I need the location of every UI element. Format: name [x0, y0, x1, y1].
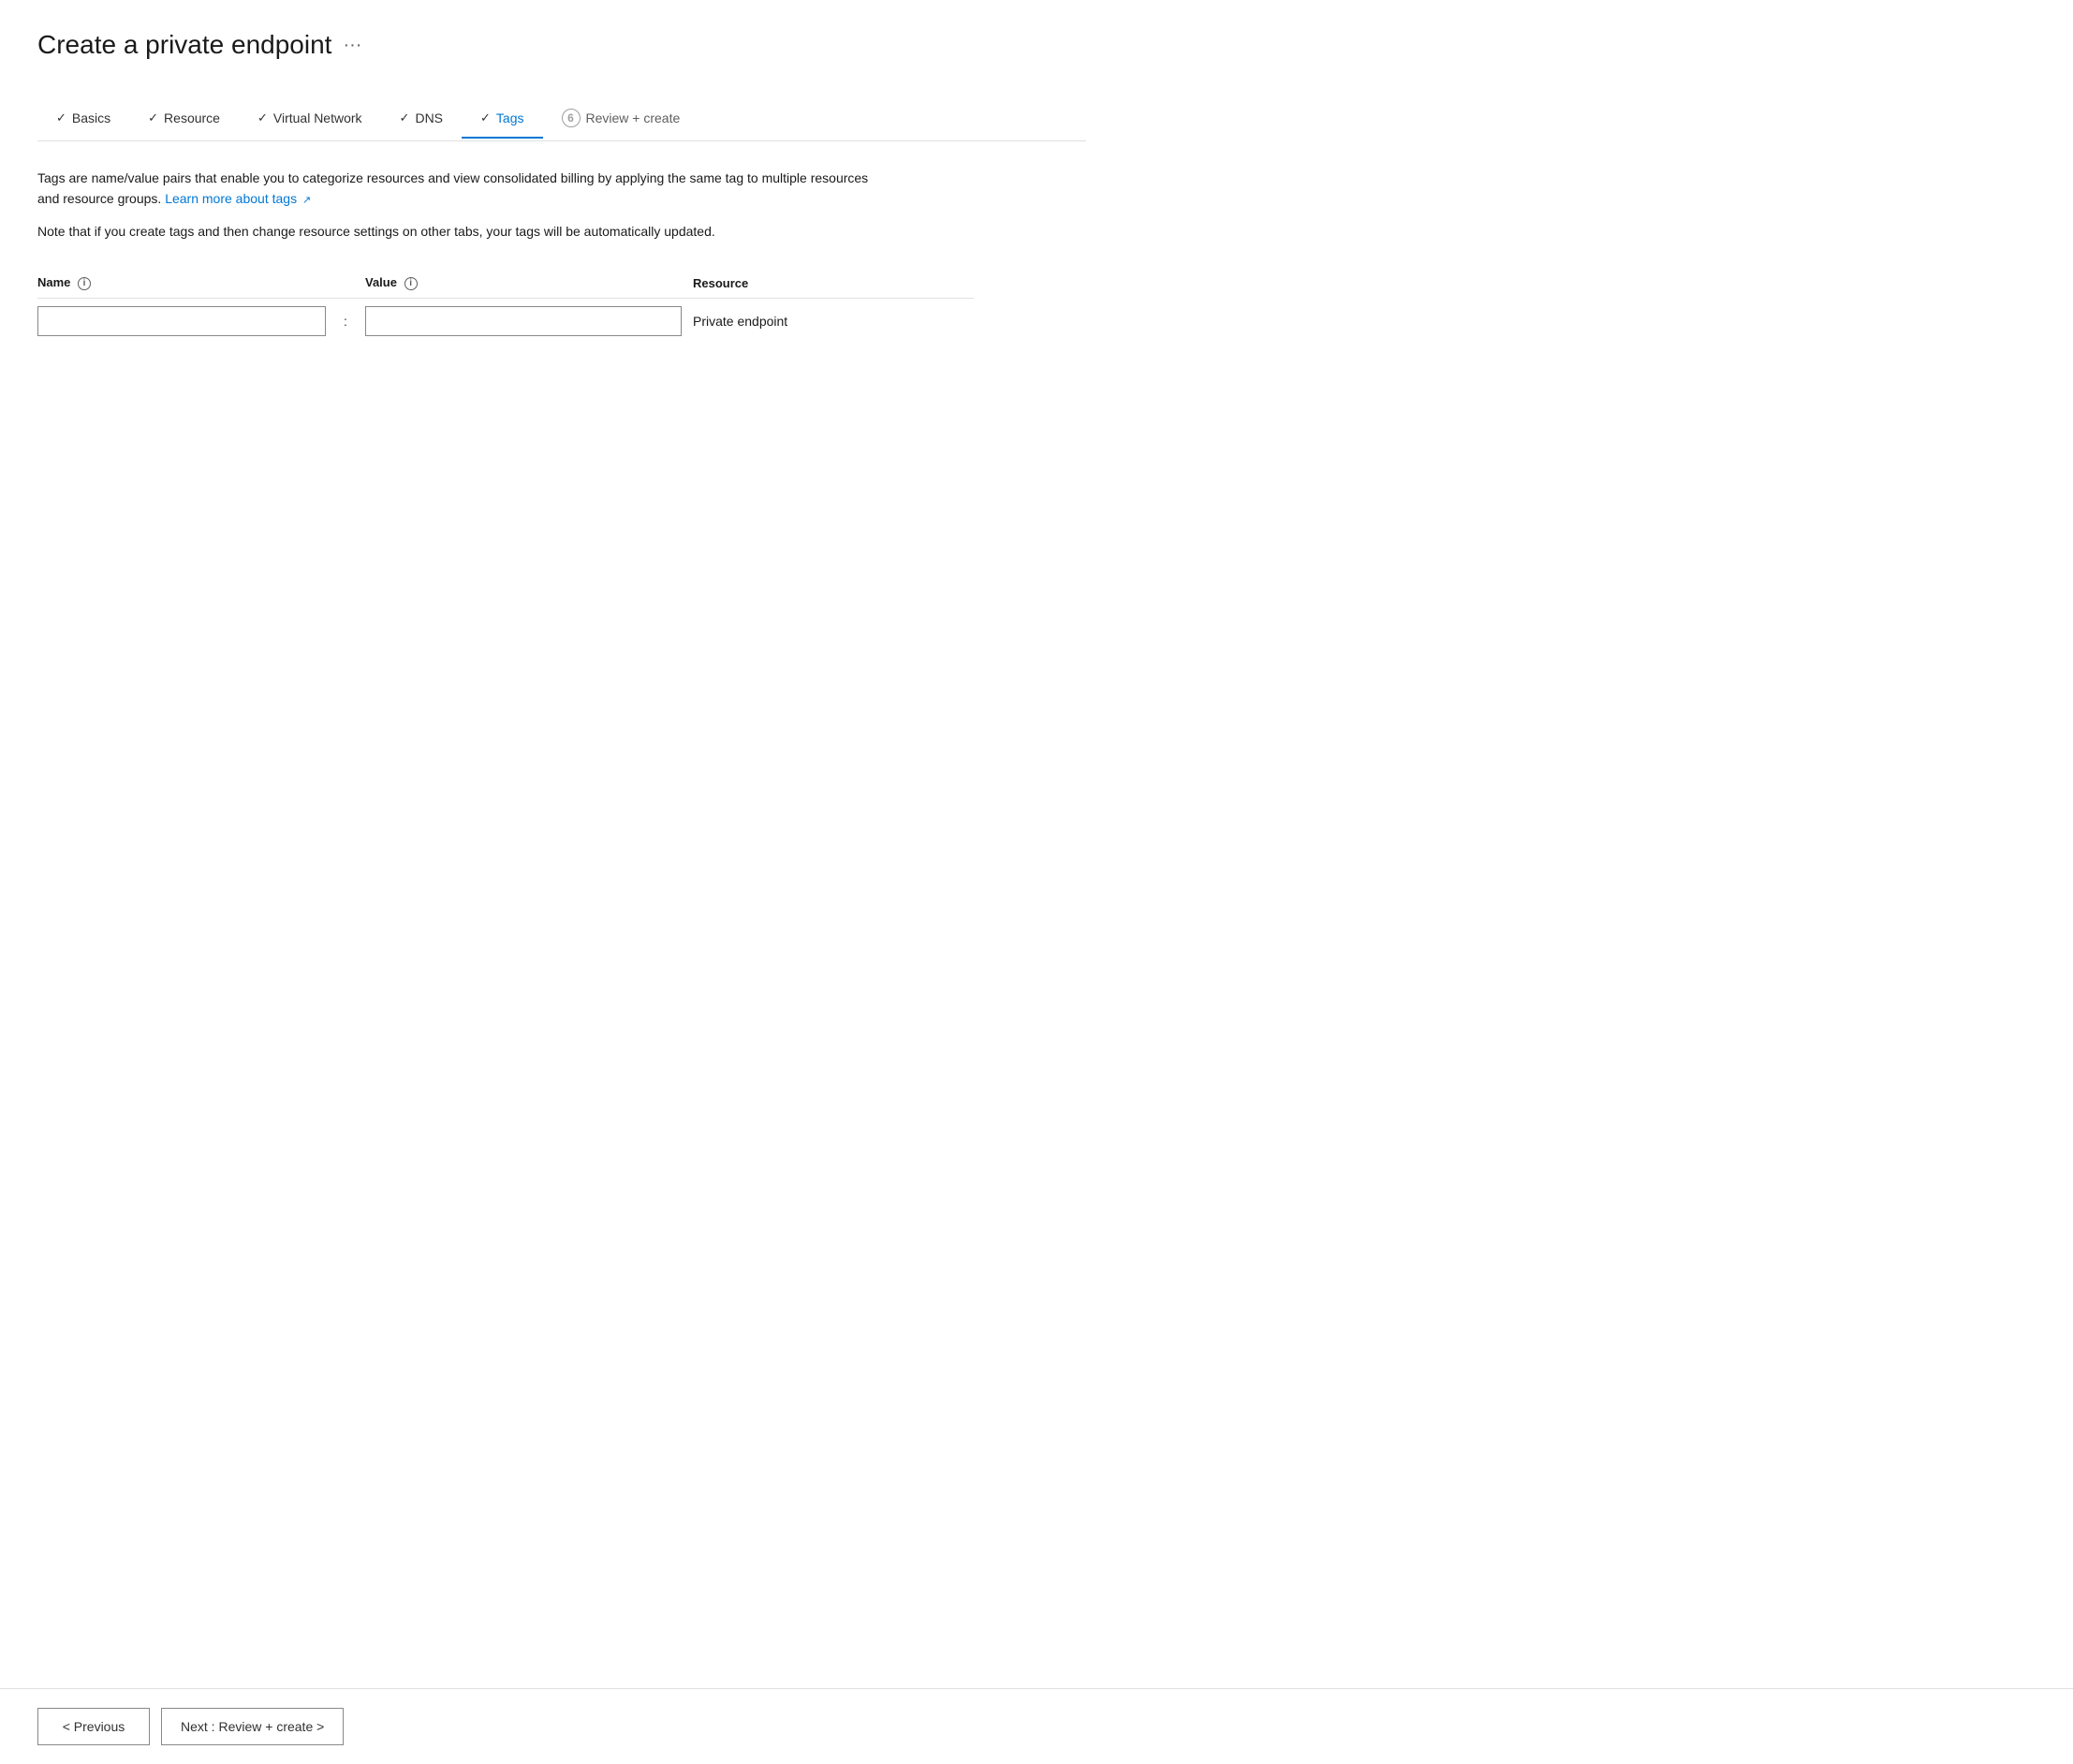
check-icon-resource: ✓	[148, 110, 158, 125]
tab-dns-label: DNS	[415, 110, 443, 125]
tag-name-cell	[37, 298, 337, 344]
tag-name-input[interactable]	[37, 306, 326, 336]
check-icon-dns: ✓	[400, 110, 410, 125]
table-row: : Private endpoint	[37, 298, 974, 344]
tab-resource-label: Resource	[164, 110, 220, 125]
tab-dns[interactable]: ✓ DNS	[381, 99, 462, 139]
next-button[interactable]: Next : Review + create >	[161, 1708, 344, 1745]
previous-button[interactable]: < Previous	[37, 1708, 150, 1745]
check-icon-virtual-network: ✓	[257, 110, 268, 125]
column-header-value: Value i	[365, 268, 693, 298]
content-area: Tags are name/value pairs that enable yo…	[37, 168, 1086, 362]
tag-value-cell	[365, 298, 693, 344]
tag-value-input[interactable]	[365, 306, 682, 336]
colon-separator: :	[337, 298, 365, 344]
resource-text: Private endpoint	[693, 314, 787, 329]
tag-resource-cell: Private endpoint	[693, 298, 974, 344]
column-header-name: Name i	[37, 268, 337, 298]
tab-review-create-label: Review + create	[586, 110, 681, 125]
wizard-tabs: ✓ Basics ✓ Resource ✓ Virtual Network ✓ …	[37, 97, 1086, 141]
check-icon-basics: ✓	[56, 110, 66, 125]
info-icon-value[interactable]: i	[404, 277, 418, 290]
tab-tags-label: Tags	[496, 110, 524, 125]
tab-basics[interactable]: ✓ Basics	[37, 99, 129, 139]
title-ellipsis[interactable]: ···	[343, 35, 361, 56]
external-link-icon: ↗	[302, 195, 311, 206]
info-icon-name[interactable]: i	[78, 277, 91, 290]
description-text: Tags are name/value pairs that enable yo…	[37, 168, 880, 210]
page-title: Create a private endpoint	[37, 30, 331, 60]
check-icon-tags: ✓	[480, 110, 491, 125]
tab-virtual-network-label: Virtual Network	[273, 110, 362, 125]
tab-tags[interactable]: ✓ Tags	[462, 99, 542, 139]
tab-number-review: 6	[562, 109, 581, 127]
tab-virtual-network[interactable]: ✓ Virtual Network	[239, 99, 381, 139]
learn-more-link[interactable]: Learn more about tags ↗	[165, 191, 311, 206]
tags-table: Name i Value i Resource :	[37, 268, 974, 344]
tab-resource[interactable]: ✓ Resource	[129, 99, 239, 139]
note-text: Note that if you create tags and then ch…	[37, 221, 880, 242]
column-header-colon	[337, 268, 365, 298]
tab-basics-label: Basics	[72, 110, 110, 125]
page-footer: < Previous Next : Review + create >	[0, 1688, 2073, 1764]
column-header-resource: Resource	[693, 268, 974, 298]
tab-review-create[interactable]: 6 Review + create	[543, 97, 699, 140]
